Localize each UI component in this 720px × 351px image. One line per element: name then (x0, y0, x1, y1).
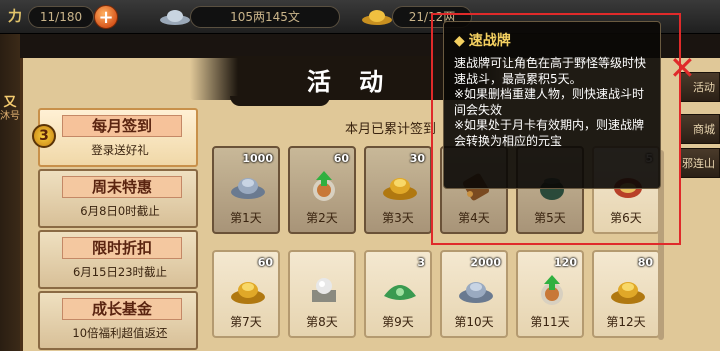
reward-quantity: 2000 (470, 256, 501, 269)
reward-cell[interactable]: 1000 第1天 (212, 146, 280, 234)
menu-item-limited-discount[interactable]: 限时折扣 6月15日23时截止 (38, 230, 198, 289)
reward-day-label: 第7天 (230, 315, 262, 329)
reward-cell[interactable]: 30 第3天 (364, 146, 432, 234)
menu-item-subtitle: 登录送好礼 (91, 143, 149, 157)
exp-bun-icon (541, 275, 563, 305)
left-strip-label: 沐号 (0, 111, 20, 122)
reward-cell[interactable]: 60 第7天 (212, 250, 280, 338)
menu-item-growth-fund[interactable]: 成长基金 10倍福利超值返还 (38, 291, 198, 350)
menu-item-weekend-sale[interactable]: 周末特惠 6月8日0时截止 (38, 169, 198, 228)
gold-ingot-icon (611, 282, 645, 304)
reward-day-label: 第11天 (530, 315, 570, 329)
tooltip-line: 速战牌可让角色在高于野怪等级时快速战斗，最高累积5天。 (454, 56, 647, 86)
left-strip-glyph: 又 (3, 95, 17, 110)
menu-item-monthly-signin[interactable]: 3 每月签到 登录送好礼 (32, 108, 198, 167)
right-tab-shop[interactable]: 商城 (680, 114, 720, 144)
reward-day-label: 第2天 (306, 211, 338, 225)
money-display: 105两145文 (190, 6, 340, 28)
gold-ingot-icon (383, 178, 417, 200)
reward-quantity: 120 (554, 256, 577, 269)
silver-ingot-icon (231, 178, 265, 199)
diamond-icon: ◆ (454, 33, 465, 49)
reward-quantity: 80 (637, 256, 653, 269)
cumulative-signin-text: 本月已累计签到 (345, 122, 437, 137)
close-icon[interactable]: ✕ (669, 52, 699, 84)
reward-cell[interactable]: 60 第2天 (288, 146, 356, 234)
gold-ingot-icon (231, 282, 265, 304)
pearl-box-icon (312, 278, 336, 302)
tooltip-title-text: 速战牌 (468, 33, 511, 49)
reward-cell[interactable]: 120 第11天 (516, 250, 584, 338)
reward-day-label: 第1天 (230, 211, 262, 225)
silver-ingot-icon (459, 282, 493, 303)
tooltip-line: ※如果删档重建人物，则快速战斗时间会失效 (454, 87, 645, 117)
right-tab-mountain[interactable]: 邪连山 (680, 148, 720, 178)
reward-cell[interactable]: 80 第12天 (592, 250, 660, 338)
item-tooltip: ◆ 速战牌 速战牌可让角色在高于野怪等级时快速战斗，最高累积5天。 ※如果删档重建人… (443, 21, 661, 189)
tooltip-title: ◆ 速战牌 (454, 30, 650, 50)
menu-item-title: 成长基金 (62, 298, 182, 320)
menu-item-title: 周末特惠 (62, 176, 182, 198)
tooltip-body: 速战牌可让角色在高于野怪等级时快速战斗，最高累积5天。 ※如果删档重建人物，则快速… (454, 56, 650, 149)
reward-quantity: 60 (257, 256, 273, 269)
reward-quantity: 1000 (242, 152, 273, 165)
menu-item-subtitle: 6月15日23时截止 (72, 265, 168, 279)
title-brush-decoration (230, 96, 330, 106)
menu-item-title: 限时折扣 (62, 237, 182, 259)
exp-bun-icon (313, 171, 335, 201)
reward-quantity: 60 (333, 152, 349, 165)
activity-menu: 3 每月签到 登录送好礼 周末特惠 6月8日0时截止 限时折扣 6月15日23时… (32, 108, 198, 351)
reward-quantity: 3 (417, 256, 425, 269)
jade-leaf-icon (384, 285, 416, 300)
gold-icon (362, 10, 392, 25)
reward-day-label: 第12天 (606, 315, 646, 329)
reward-cell[interactable]: 2000 第10天 (440, 250, 508, 338)
reward-quantity: 30 (409, 152, 425, 165)
left-background-text: 又 沐号 (0, 96, 20, 124)
reward-day-label: 第8天 (306, 315, 338, 329)
tooltip-line: ※如果处于月卡有效期内，则速战牌会转换为相应的元宝 (454, 118, 645, 148)
reward-cell[interactable]: 3 第9天 (364, 250, 432, 338)
highlight-frame: ◆ 速战牌 速战牌可让角色在高于野怪等级时快速战斗，最高累积5天。 ※如果删档重建人… (431, 13, 696, 245)
reward-day-label: 第9天 (382, 315, 414, 329)
add-stamina-button[interactable]: + (94, 5, 118, 29)
reward-day-label: 第10天 (454, 315, 494, 329)
menu-item-subtitle: 10倍福利超值返还 (72, 326, 168, 340)
left-background-strip (0, 34, 20, 351)
stamina-count: 11/180 (28, 6, 94, 28)
menu-item-title: 每月签到 (62, 115, 182, 137)
reward-day-label: 第3天 (382, 211, 414, 225)
silver-icon (160, 10, 190, 25)
menu-item-subtitle: 6月8日0时截止 (80, 204, 160, 218)
reward-cell[interactable]: 第8天 (288, 250, 356, 338)
stamina-label: 力 (8, 9, 22, 25)
